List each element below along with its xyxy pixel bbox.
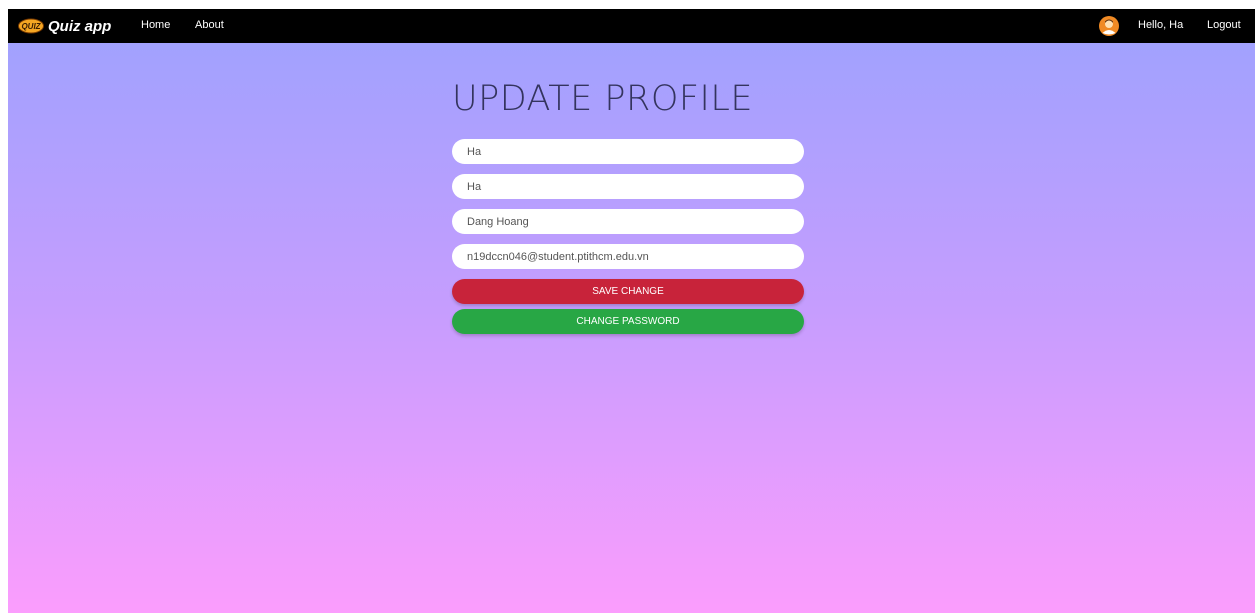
last-name-field[interactable]: [452, 209, 804, 234]
quiz-logo-icon: QUIZ: [18, 18, 44, 34]
username-field[interactable]: [452, 139, 804, 164]
first-name-field[interactable]: [452, 174, 804, 199]
brand[interactable]: QUIZ Quiz app: [18, 14, 111, 38]
logout-link[interactable]: Logout: [1207, 19, 1241, 31]
greeting-text: Hello, Ha: [1138, 19, 1184, 31]
email-field[interactable]: [452, 244, 804, 269]
app-frame: QUIZ Quiz app Home About Hello, Ha Logou…: [8, 9, 1255, 613]
avatar-icon[interactable]: [1099, 16, 1119, 36]
nav-link-home[interactable]: Home: [141, 19, 170, 31]
save-change-button[interactable]: SAVE CHANGE: [452, 279, 804, 304]
change-password-button[interactable]: CHANGE PASSWORD: [452, 309, 804, 334]
svg-text:QUIZ: QUIZ: [21, 22, 41, 31]
nav-link-about[interactable]: About: [195, 19, 224, 31]
navbar: QUIZ Quiz app Home About Hello, Ha Logou…: [8, 9, 1255, 43]
brand-name: Quiz app: [48, 17, 112, 35]
page-title: UPDATE PROFILE: [452, 79, 753, 119]
